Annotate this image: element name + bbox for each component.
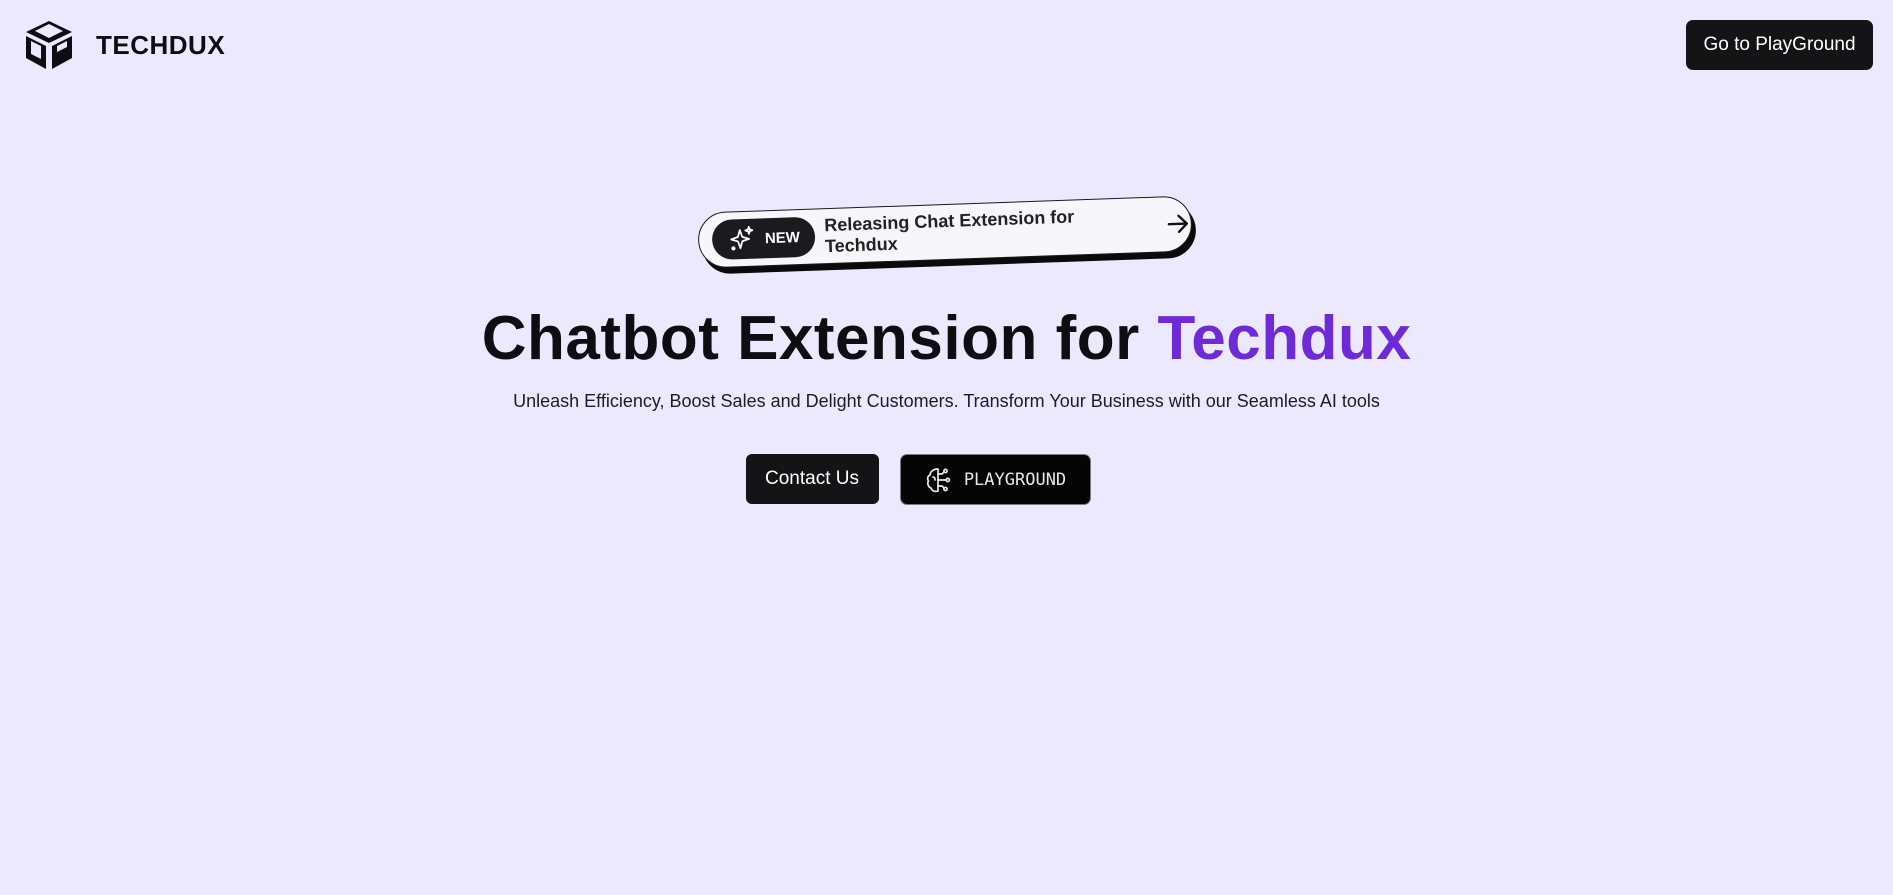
brand-logo-link[interactable]: TECHDUX [22, 19, 225, 71]
sparkles-icon [730, 225, 754, 251]
contact-us-button[interactable]: Contact Us [745, 454, 879, 504]
arrow-right-icon [1167, 214, 1189, 233]
go-to-playground-button[interactable]: Go to PlayGround [1686, 20, 1873, 70]
announcement-banner[interactable]: NEW Releasing Chat Extension for Techdux [697, 195, 1198, 275]
new-badge: NEW [711, 216, 816, 261]
playground-button-label: PLAYGROUND [963, 469, 1067, 490]
hero-subtitle: Unleash Efficiency, Boost Sales and Deli… [513, 391, 1380, 411]
hero-title-accent: Techdux [1157, 304, 1412, 373]
site-header: TECHDUX Go to PlayGround [0, 0, 1893, 90]
announcement-text: Releasing Chat Extension for Techdux [823, 206, 1075, 257]
hero-title-main: Chatbot Extension for [481, 304, 1158, 373]
brain-circuit-icon [926, 467, 951, 492]
brand-name: TECHDUX [96, 29, 226, 60]
hero-title: Chatbot Extension for Techdux [0, 300, 1893, 378]
page: TECHDUX Go to PlayGround NEW Releasing C… [0, 0, 1893, 895]
cube-logo-icon [26, 21, 72, 69]
hero-actions: Contact Us PLAYGROUND [0, 454, 1893, 505]
new-badge-label: NEW [764, 228, 801, 247]
playground-button[interactable]: PLAYGROUND [899, 454, 1091, 505]
